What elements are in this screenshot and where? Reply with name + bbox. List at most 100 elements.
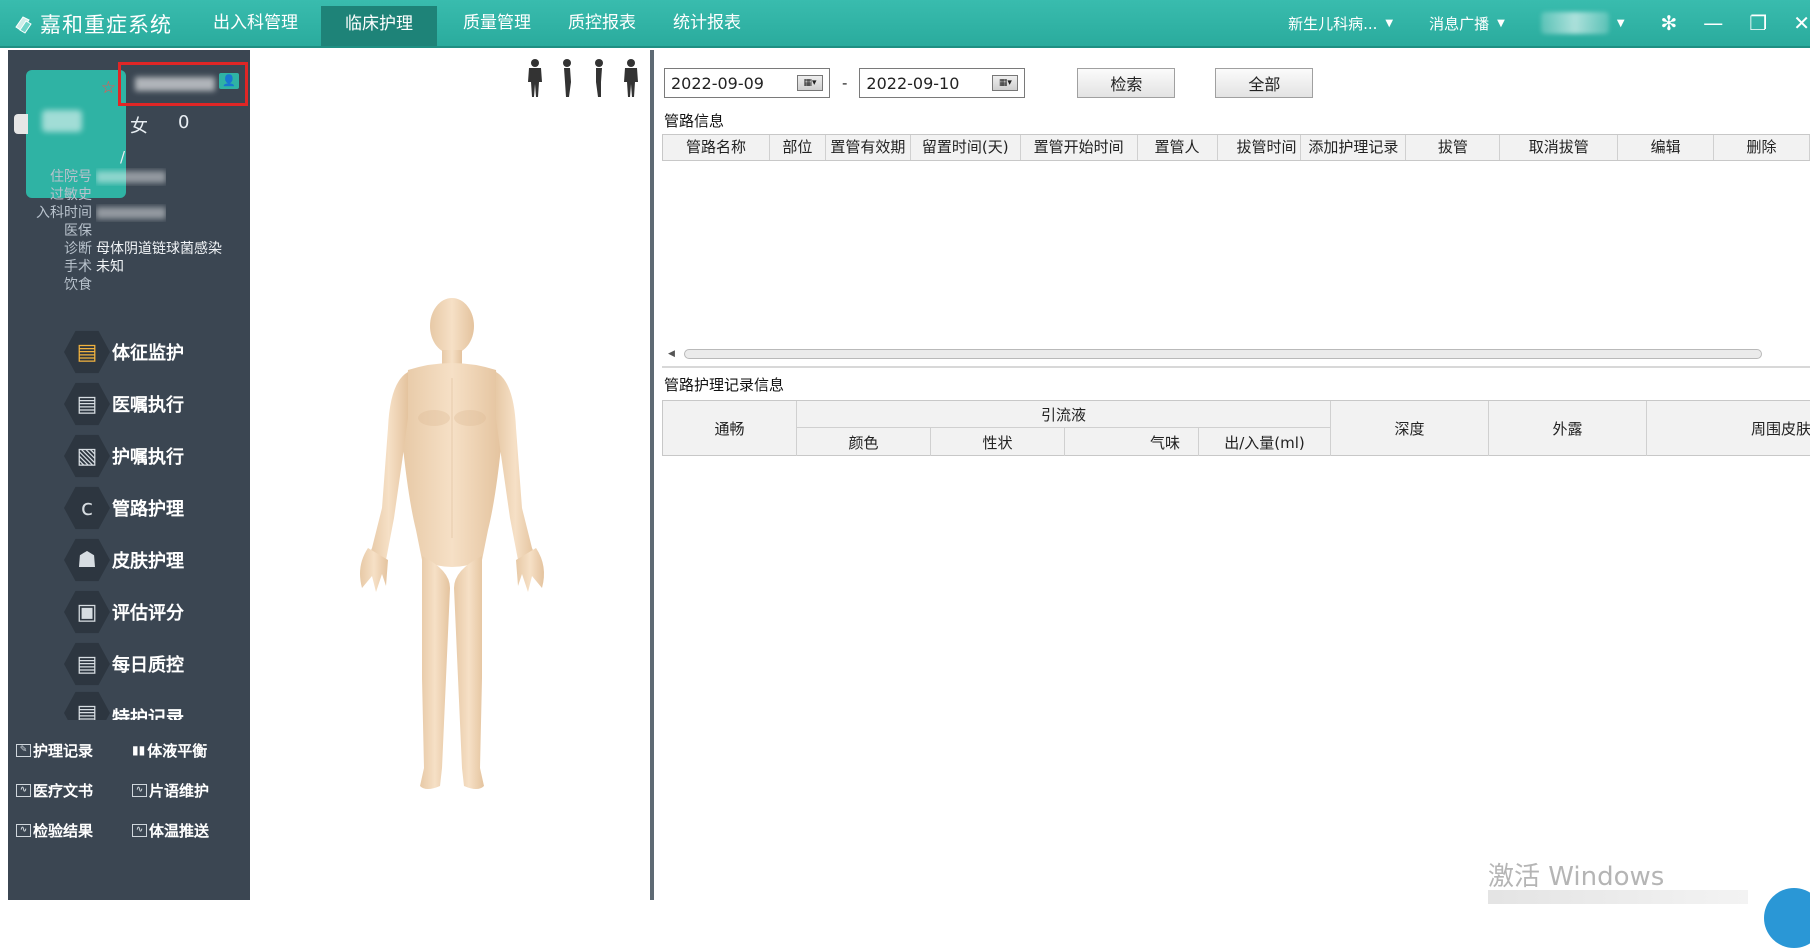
menu-assessment[interactable]: ▣ 评估评分: [64, 586, 250, 638]
link-label: 检验结果: [33, 821, 94, 840]
side-view-icon[interactable]: [558, 58, 576, 98]
col-nature[interactable]: 性状: [931, 428, 1065, 456]
col-site[interactable]: 部位: [770, 135, 826, 160]
search-button[interactable]: 检索: [1077, 68, 1176, 98]
menu-skin[interactable]: ☗ 皮肤护理: [64, 534, 250, 586]
chevron-down-icon: ▼: [1385, 17, 1394, 29]
patient-info: 住院号 过敏史 入科时间 医保 诊断 母体阴道链球菌感染 手术 未知 饮食: [8, 168, 250, 294]
menu-daily-qc[interactable]: ▤ 每日质控: [64, 638, 250, 690]
col-color[interactable]: 颜色: [797, 428, 931, 456]
calendar-icon[interactable]: ▦▾: [797, 75, 823, 91]
record-info-title: 管路护理记录信息: [664, 376, 785, 394]
col-edit[interactable]: 编辑: [1618, 135, 1715, 160]
menu-label: 护嘱执行: [112, 447, 184, 468]
human-body-figure[interactable]: [342, 298, 562, 798]
link-lab-results[interactable]: ∿ 检验结果: [16, 820, 132, 841]
star-icon[interactable]: ☆: [101, 78, 116, 98]
col-remove[interactable]: 拔管: [1406, 135, 1501, 160]
phrase-icon: ∿: [132, 783, 147, 797]
chevron-down-icon: ▼: [1616, 17, 1625, 29]
all-button[interactable]: 全部: [1215, 68, 1314, 98]
menu-label: 管路护理: [112, 499, 184, 520]
main-nav: 出入科管理 临床护理 质量管理 质控报表 统计报表: [196, 0, 761, 46]
col-remove-time[interactable]: 拔管时间: [1218, 135, 1302, 160]
col-smell[interactable]: 气味: [1065, 428, 1199, 456]
close-icon[interactable]: ✕: [1793, 11, 1810, 35]
link-label: 护理记录: [33, 741, 94, 760]
user-name-redacted: [1540, 12, 1609, 34]
end-date-picker[interactable]: 2022-09-10 ▦▾: [859, 68, 1026, 98]
link-label: 医疗文书: [33, 781, 94, 800]
nav-clinical-nursing[interactable]: 临床护理: [321, 6, 437, 46]
link-label: 片语维护: [149, 781, 210, 800]
col-delete[interactable]: 删除: [1714, 135, 1810, 160]
col-operator[interactable]: 置管人: [1138, 135, 1218, 160]
broadcast-dropdown[interactable]: 消息广播 ▼: [1429, 13, 1505, 34]
menu-tube[interactable]: ⅽ 管路护理: [64, 482, 250, 534]
info-value-redacted: [96, 168, 166, 186]
link-phrase-maintenance[interactable]: ∿ 片语维护: [132, 780, 248, 801]
info-label: 医保: [64, 223, 92, 239]
col-cancel-remove[interactable]: 取消拔管: [1500, 135, 1619, 160]
info-row-allergy: 过敏史: [8, 186, 250, 204]
figure-view-switcher: [526, 58, 640, 98]
col-indwelling-days[interactable]: 留置时间(天): [911, 135, 1021, 160]
col-drainage[interactable]: 引流液: [797, 401, 1331, 428]
side-view-2-icon[interactable]: [590, 58, 608, 98]
info-row-surgery: 手术 未知: [8, 258, 250, 276]
link-medical-docs[interactable]: ∿ 医疗文书: [16, 780, 132, 801]
menu-doctor-order[interactable]: ▤ 医嘱执行: [64, 378, 250, 430]
back-view-icon[interactable]: [622, 58, 640, 98]
link-temperature-push[interactable]: ∿ 体温推送: [132, 820, 248, 841]
tube-icon: ⅽ: [64, 486, 110, 530]
special-record-icon: ▤: [64, 691, 110, 720]
start-date-picker[interactable]: 2022-09-09 ▦▾: [664, 68, 830, 98]
menu-label: 皮肤护理: [112, 551, 184, 572]
scrollbar-thumb[interactable]: [684, 349, 1762, 359]
doctor-order-icon: ▤: [64, 382, 110, 426]
section-divider: [662, 366, 1810, 368]
calendar-icon[interactable]: ▦▾: [992, 75, 1019, 91]
balance-icon: ▮▮: [132, 743, 146, 757]
col-volume[interactable]: 出/入量(ml): [1199, 428, 1331, 456]
nav-stat-report[interactable]: 统计报表: [653, 0, 761, 46]
user-dropdown[interactable]: ▼: [1540, 12, 1625, 34]
collapse-handle[interactable]: [14, 114, 28, 134]
menu-special-record[interactable]: ▤ 特护记录: [64, 690, 250, 720]
info-label: 入科时间: [36, 205, 92, 221]
menu-vitals[interactable]: ▤ 体征监护: [64, 326, 250, 378]
patient-name-highlight: 👤: [118, 62, 248, 106]
tube-table-hscrollbar[interactable]: ◀: [662, 346, 1810, 362]
info-label: 过敏史: [50, 187, 92, 203]
col-depth[interactable]: 深度: [1331, 401, 1489, 456]
front-view-icon[interactable]: [526, 58, 544, 98]
nav-qc-report[interactable]: 质控报表: [551, 0, 653, 46]
scroll-left-icon[interactable]: ◀: [668, 349, 675, 359]
minimize-icon[interactable]: —: [1703, 11, 1723, 35]
top-bar: 嘉和重症系统 出入科管理 临床护理 质量管理 质控报表 统计报表 新生儿科病..…: [0, 0, 1810, 48]
col-add-record[interactable]: 添加护理记录: [1301, 135, 1407, 160]
col-start-time[interactable]: 置管开始时间: [1021, 135, 1138, 160]
info-row-diagnosis: 诊断 母体阴道链球菌感染: [8, 240, 250, 258]
col-valid-period[interactable]: 置管有效期: [826, 135, 911, 160]
col-exposed[interactable]: 外露: [1489, 401, 1647, 456]
nav-admission[interactable]: 出入科管理: [196, 0, 315, 46]
col-smooth[interactable]: 通畅: [663, 401, 797, 456]
tube-table-header: 管路名称 部位 置管有效期 留置时间(天) 置管开始时间 置管人 拔管时间 添加…: [663, 135, 1810, 161]
nav-quality[interactable]: 质量管理: [443, 0, 551, 46]
assessment-icon: ▣: [64, 590, 110, 634]
watermark-subtext: [1488, 890, 1748, 904]
menu-nurse-order[interactable]: ▧ 护嘱执行: [64, 430, 250, 482]
floating-assistant-button[interactable]: [1764, 888, 1810, 948]
link-fluid-balance[interactable]: ▮▮ 体液平衡: [132, 740, 248, 761]
ward-dropdown[interactable]: 新生儿科病... ▼: [1288, 13, 1393, 34]
start-date-value: 2022-09-09: [671, 73, 764, 93]
col-tube-name[interactable]: 管路名称: [663, 135, 770, 160]
restore-icon[interactable]: ❐: [1749, 11, 1767, 35]
info-row-inpatient-no: 住院号: [8, 168, 250, 186]
link-nursing-record[interactable]: ✎ 护理记录: [16, 740, 132, 761]
body-figure-panel: [250, 50, 654, 900]
col-surrounding-skin[interactable]: 周围皮肤: [1647, 401, 1810, 456]
id-card-icon[interactable]: 👤: [219, 73, 239, 89]
gear-icon[interactable]: ✻: [1661, 11, 1678, 35]
